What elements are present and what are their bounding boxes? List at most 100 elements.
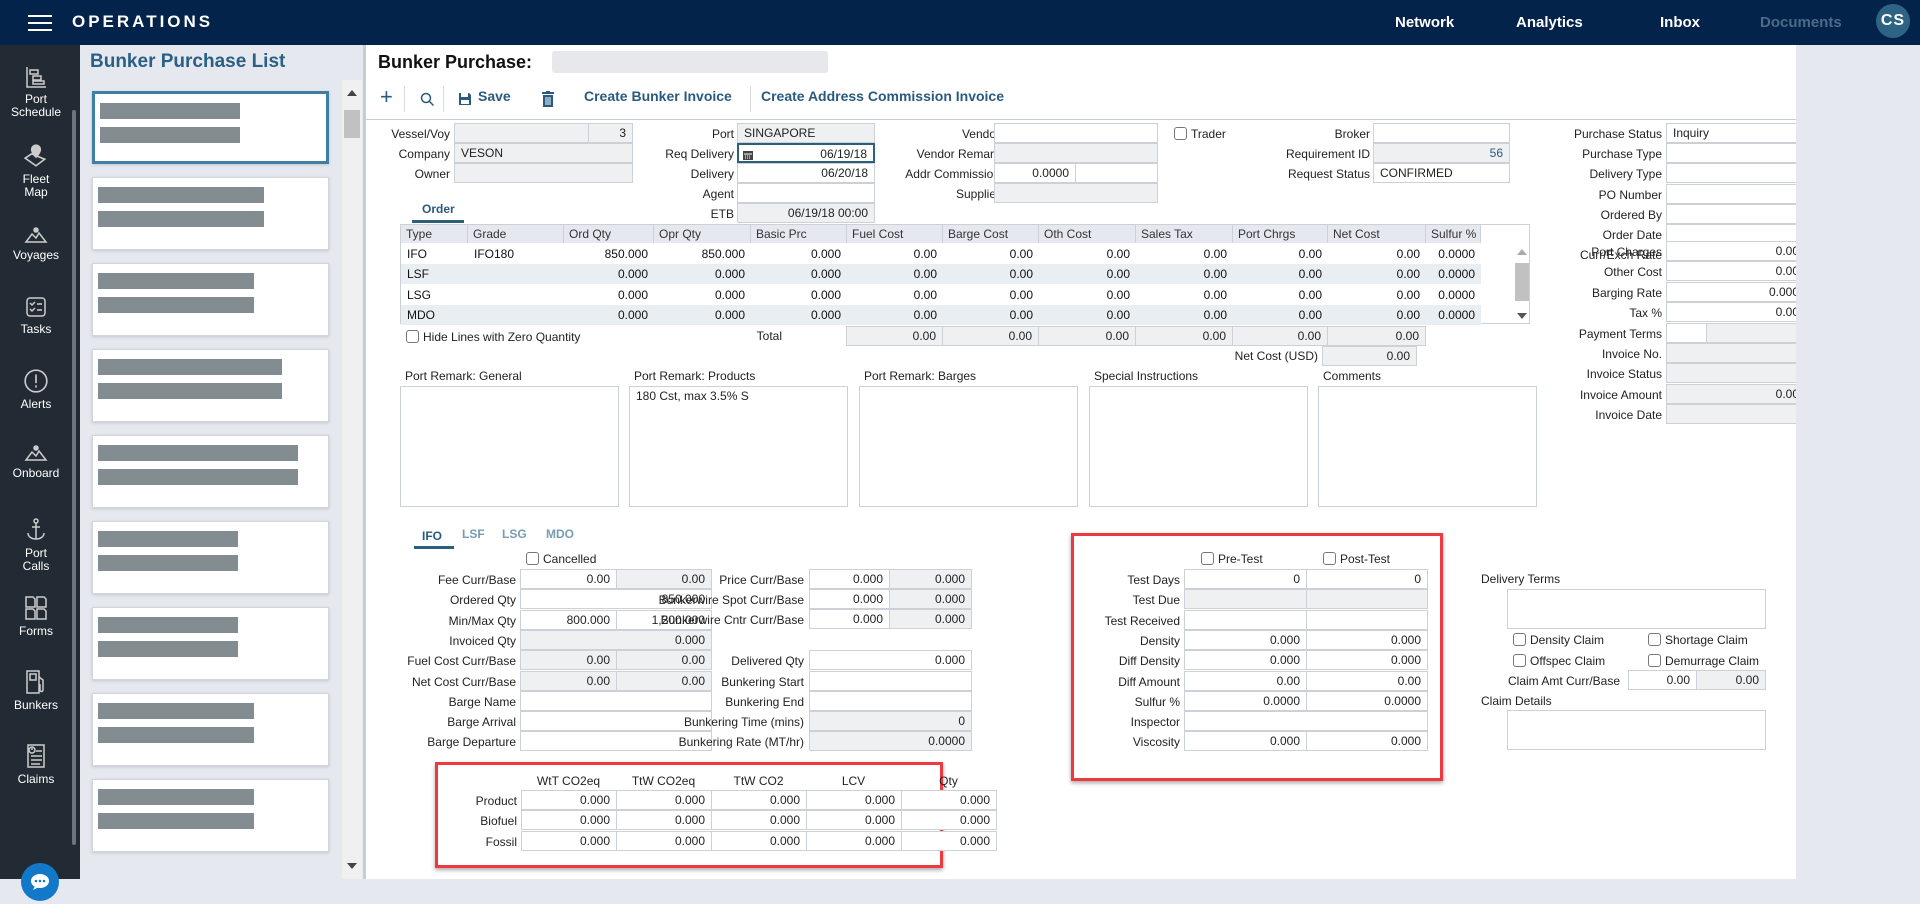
grid-cell[interactable] (468, 285, 564, 305)
nav-bunkers[interactable]: Bunkers (0, 669, 72, 712)
grid-cell[interactable]: 0.0000 (1426, 244, 1481, 264)
emissions-field[interactable]: 0.000 (806, 830, 902, 851)
grid-cell[interactable] (468, 305, 564, 325)
tab-lsg[interactable]: LSG (502, 527, 527, 541)
addr-commission-field[interactable]: 0.0000 (994, 163, 1076, 183)
total-field[interactable]: 0.00 (1327, 326, 1426, 346)
req-delivery-field[interactable]: 06/19/18 (737, 143, 875, 163)
pre-test-field[interactable] (1184, 609, 1307, 630)
invoice-amount-field[interactable]: 0.00 (1666, 383, 1806, 404)
grid-cell[interactable]: 0.00 (1233, 264, 1328, 284)
emissions-field[interactable]: 0.000 (806, 790, 902, 810)
grid-cell[interactable]: 0.000 (751, 244, 847, 264)
chat-button[interactable] (21, 863, 59, 901)
grid-cell[interactable]: LSG (401, 285, 468, 305)
grid-cell[interactable]: 0.00 (1039, 285, 1136, 305)
grid-cell[interactable]: 850.000 (654, 244, 751, 264)
emissions-field[interactable]: 0.000 (806, 810, 902, 831)
list-item[interactable] (92, 521, 329, 594)
grid-cell[interactable]: IFO (401, 244, 468, 264)
table-row[interactable]: IFO IFO180 850.000 850.000 0.000 0.00 0.00 0.00… (401, 244, 1481, 264)
grid-cell[interactable]: 0.00 (1136, 305, 1233, 325)
post-test-field[interactable]: 0.000 (1306, 731, 1428, 752)
column-header[interactable]: Ord Qty (564, 225, 654, 243)
invoice-status-field[interactable] (1666, 363, 1806, 384)
grid-cell[interactable]: 0.000 (654, 305, 751, 325)
grid-cell[interactable] (468, 264, 564, 284)
grid-cell[interactable]: 0.000 (564, 264, 654, 284)
total-field[interactable]: 0.00 (1135, 326, 1233, 346)
payment-terms-desc-field[interactable] (1706, 322, 1806, 343)
bunkering-time-field[interactable]: 0 (809, 711, 972, 731)
column-header[interactable]: Sulfur % (1426, 225, 1481, 243)
left-nav-scrollbar[interactable] (72, 110, 76, 845)
grid-cell[interactable]: LSF (401, 264, 468, 284)
trader-checkbox[interactable]: Trader (1174, 127, 1226, 141)
list-item[interactable] (92, 435, 329, 508)
grid-cell[interactable]: 0.00 (847, 244, 943, 264)
emissions-field[interactable]: 0.000 (616, 810, 712, 831)
tab-order[interactable]: Order (422, 202, 455, 216)
vessel-field[interactable] (454, 123, 589, 143)
claim-amt-curr-field[interactable]: 0.00 (1628, 670, 1697, 690)
list-item[interactable] (92, 263, 329, 336)
net-cost-usd-field[interactable]: 0.00 (1322, 346, 1417, 366)
total-field[interactable]: 0.00 (942, 326, 1039, 346)
grid-scroll-up-icon[interactable] (1517, 249, 1527, 255)
grid-cell[interactable]: IFO180 (468, 244, 564, 264)
pre-test-field[interactable]: 0.000 (1184, 629, 1307, 650)
etb-field[interactable]: 06/19/18 00:00 (737, 203, 875, 223)
nav-voyages[interactable]: Voyages (0, 225, 72, 262)
delivered-qty-field[interactable]: 0.000 (809, 650, 972, 670)
emissions-field[interactable]: 0.000 (521, 810, 617, 831)
emissions-field[interactable]: 0.000 (616, 830, 712, 851)
delivery-type-field[interactable] (1666, 163, 1806, 183)
po-number-field[interactable] (1666, 184, 1806, 204)
remark-textarea[interactable] (859, 386, 1078, 507)
nav-forms[interactable]: Forms (0, 595, 72, 638)
list-item[interactable] (92, 91, 329, 164)
invoice-no-field[interactable] (1666, 343, 1806, 363)
vendor-remark-field[interactable] (994, 143, 1158, 163)
shortage-claim-checkbox[interactable]: Shortage Claim (1648, 633, 1748, 647)
column-header[interactable]: Oth Cost (1039, 225, 1136, 243)
grid-cell[interactable]: 0.00 (1328, 305, 1426, 325)
user-avatar[interactable]: CS (1876, 4, 1910, 38)
total-field[interactable]: 0.00 (1038, 326, 1136, 346)
fee-curr-base-curr-field[interactable]: 0.00 (520, 569, 617, 589)
post-test-field[interactable]: 0.0000 (1306, 690, 1428, 711)
emissions-field[interactable]: 0.000 (521, 830, 617, 851)
grid-cell[interactable]: 0.000 (751, 285, 847, 305)
grid-cell[interactable]: 0.000 (751, 264, 847, 284)
pre-test-field[interactable]: 0 (1184, 569, 1307, 589)
pre-test-checkbox[interactable]: Pre-Test (1201, 552, 1263, 566)
grid-cell[interactable]: 0.00 (1039, 305, 1136, 325)
search-icon[interactable] (420, 92, 434, 106)
grid-cell[interactable]: 0.00 (943, 285, 1039, 305)
emissions-field[interactable]: 0.000 (616, 790, 712, 810)
scroll-thumb[interactable] (344, 110, 360, 138)
nav-tasks[interactable]: Tasks (0, 295, 72, 336)
grid-cell[interactable]: 0.00 (1233, 285, 1328, 305)
addr-commission-extra-field[interactable] (1075, 163, 1158, 183)
min-qty-field[interactable]: 800.000 (520, 609, 617, 630)
grid-cell[interactable]: 0.00 (1136, 285, 1233, 305)
list-item[interactable] (92, 349, 329, 422)
total-field[interactable]: 0.00 (846, 326, 943, 346)
column-header[interactable]: Sales Tax (1136, 225, 1233, 243)
pre-test-field[interactable] (1184, 589, 1307, 610)
grid-cell[interactable]: 0.00 (1328, 264, 1426, 284)
grid-cell[interactable]: 0.00 (1328, 244, 1426, 264)
post-test-field[interactable]: 0.000 (1306, 650, 1428, 671)
emissions-field[interactable]: 0.000 (711, 810, 807, 831)
save-button[interactable]: Save (478, 88, 511, 104)
tab-ifo[interactable]: IFO (422, 529, 442, 543)
price-curr-base-base-field[interactable]: 0.000 (889, 569, 972, 589)
list-item[interactable] (92, 779, 329, 852)
grid-cell[interactable]: 0.00 (1039, 264, 1136, 284)
column-header[interactable]: Grade (468, 225, 564, 243)
total-field[interactable]: 0.00 (1232, 326, 1328, 346)
remark-textarea[interactable] (1318, 386, 1537, 507)
emissions-field[interactable]: 0.000 (521, 790, 617, 810)
scroll-up-arrow-icon[interactable] (347, 90, 357, 96)
